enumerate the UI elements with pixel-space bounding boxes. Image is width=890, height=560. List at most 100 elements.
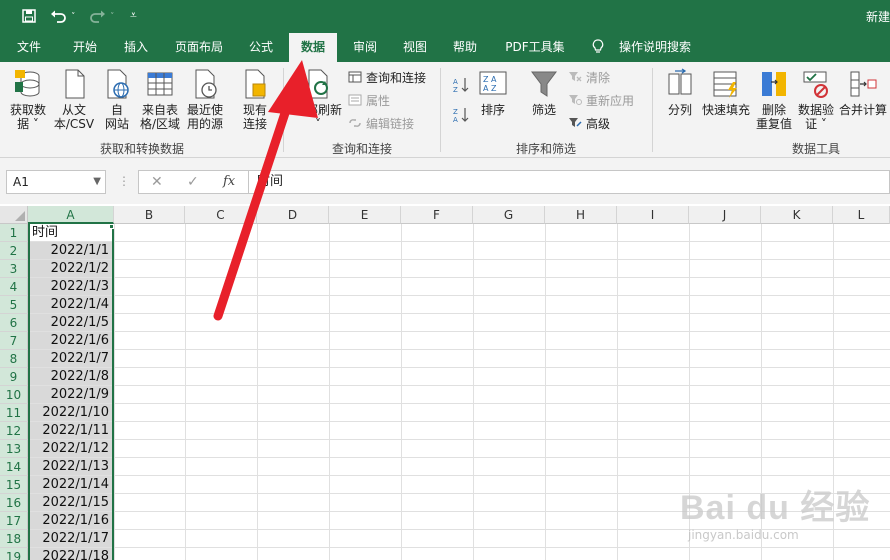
insert-function-icon[interactable]: fx: [223, 174, 235, 189]
text-to-columns-button[interactable]: 分列: [662, 68, 698, 117]
grid-column-line: [473, 224, 474, 560]
fill-handle[interactable]: [109, 224, 114, 229]
save-icon[interactable]: [22, 9, 36, 23]
grid-row-line: [28, 259, 890, 260]
sort-za-icon[interactable]: Z A: [452, 106, 470, 124]
column-header-d[interactable]: D: [257, 206, 329, 224]
advanced-filter-button[interactable]: 高级: [568, 115, 610, 133]
tab-formulas[interactable]: 公式: [238, 33, 284, 62]
clear-filter-button[interactable]: 清除: [568, 69, 610, 87]
queries-connections-button[interactable]: 查询和连接: [348, 69, 426, 87]
row-header[interactable]: 9: [0, 368, 28, 386]
tab-data[interactable]: 数据: [289, 33, 337, 62]
watermark-url: jingyan.baidu.com: [688, 528, 799, 542]
filter-button[interactable]: 筛选: [524, 68, 564, 117]
flash-fill-button[interactable]: 快速填充: [700, 68, 752, 117]
name-box[interactable]: A1 ▼: [6, 170, 106, 194]
column-header-i[interactable]: I: [617, 206, 689, 224]
row-header[interactable]: 16: [0, 494, 28, 512]
row-header[interactable]: 3: [0, 260, 28, 278]
selection-border: [28, 224, 114, 560]
svg-text:Z: Z: [453, 86, 458, 94]
data-validation-button[interactable]: 数据验 证 ˅: [796, 68, 836, 131]
get-data-button[interactable]: 获取数 据 ˅: [4, 68, 52, 131]
enter-icon[interactable]: ✓: [187, 174, 199, 190]
formula-bar: A1 ▼ ⋮ ✕ ✓ fx 时间: [0, 158, 890, 204]
svg-text:A: A: [453, 78, 458, 86]
column-header-e[interactable]: E: [329, 206, 401, 224]
from-table-range-button[interactable]: 来自表 格/区域: [138, 68, 182, 131]
consolidate-icon: [850, 71, 877, 97]
from-web-button[interactable]: 自 网站: [98, 68, 136, 131]
sort-button[interactable]: Z A A Z 排序: [474, 68, 512, 117]
row-header[interactable]: 13: [0, 440, 28, 458]
row-header[interactable]: 11: [0, 404, 28, 422]
column-header-b[interactable]: B: [114, 206, 185, 224]
ribbon-tab-bar: 文件 开始 插入 页面布局 公式 数据 审阅 视图 帮助 PDF工具集 操作说明…: [0, 33, 890, 62]
tab-view[interactable]: 视图: [392, 33, 438, 62]
existing-connections-button[interactable]: 现有 连接: [236, 68, 274, 131]
formula-input[interactable]: 时间: [248, 170, 890, 194]
advanced-filter-icon: [569, 118, 582, 127]
tab-file[interactable]: 文件: [4, 33, 54, 62]
column-header-k[interactable]: K: [761, 206, 833, 224]
column-header-l[interactable]: L: [833, 206, 890, 224]
existing-connections-icon: [245, 69, 266, 99]
column-header-f[interactable]: F: [401, 206, 473, 224]
group-separator: [652, 68, 653, 152]
row-header[interactable]: 6: [0, 314, 28, 332]
queries-icon: [348, 71, 362, 83]
group-separator: [440, 68, 441, 152]
consolidate-button[interactable]: 合并计算: [836, 68, 890, 117]
tell-me-search[interactable]: 操作说明搜索: [612, 33, 698, 62]
tab-help[interactable]: 帮助: [442, 33, 488, 62]
edit-links-button[interactable]: 编辑链接: [348, 115, 414, 133]
grid-row-line: [28, 331, 890, 332]
row-header[interactable]: 12: [0, 422, 28, 440]
column-header-j[interactable]: J: [689, 206, 761, 224]
tab-page-layout[interactable]: 页面布局: [166, 33, 232, 62]
chevron-down-icon[interactable]: ▼: [93, 171, 101, 193]
refresh-all-button[interactable]: 全部刷新 ˅: [290, 68, 346, 131]
row-header[interactable]: 2: [0, 242, 28, 260]
undo-dropdown-icon[interactable]: ˅: [71, 9, 76, 25]
row-header[interactable]: 19: [0, 548, 28, 560]
row-header[interactable]: 5: [0, 296, 28, 314]
from-text-csv-button[interactable]: 从文 本/CSV: [52, 68, 96, 131]
row-header[interactable]: 17: [0, 512, 28, 530]
reapply-button[interactable]: 重新应用: [568, 92, 634, 110]
clear-filter-icon: [569, 72, 582, 82]
row-header[interactable]: 10: [0, 386, 28, 404]
row-header[interactable]: 15: [0, 476, 28, 494]
row-header[interactable]: 7: [0, 332, 28, 350]
customize-qat-icon[interactable]: ⩡: [130, 7, 137, 23]
redo-dropdown-icon[interactable]: ˅: [110, 9, 115, 25]
tab-insert[interactable]: 插入: [112, 33, 160, 62]
column-header-a[interactable]: A: [28, 206, 114, 224]
row-header[interactable]: 18: [0, 530, 28, 548]
sort-az-icon[interactable]: A Z: [452, 76, 470, 94]
tab-home[interactable]: 开始: [60, 33, 110, 62]
grid-row-line: [28, 385, 890, 386]
redo-icon[interactable]: [88, 9, 106, 23]
recent-sources-button[interactable]: 最近使 用的源: [184, 68, 226, 131]
split-columns-icon: [668, 68, 692, 95]
baidu-jingyan-watermark: Bai du 经验 jingyan.baidu.com: [680, 480, 880, 552]
undo-icon[interactable]: [50, 9, 68, 23]
row-header[interactable]: 1: [0, 224, 28, 242]
tab-review[interactable]: 审阅: [342, 33, 388, 62]
select-all-corner[interactable]: [0, 206, 28, 224]
grid-row-line: [28, 439, 890, 440]
column-header-h[interactable]: H: [545, 206, 617, 224]
column-header-c[interactable]: C: [185, 206, 257, 224]
tab-pdf-tools[interactable]: PDF工具集: [496, 33, 574, 62]
column-header-g[interactable]: G: [473, 206, 545, 224]
row-header[interactable]: 14: [0, 458, 28, 476]
row-header[interactable]: 8: [0, 350, 28, 368]
remove-duplicates-button[interactable]: 删除 重复值: [754, 68, 794, 131]
cancel-icon[interactable]: ✕: [151, 174, 163, 190]
grid-row-line: [28, 457, 890, 458]
row-header[interactable]: 4: [0, 278, 28, 296]
drag-handle-icon[interactable]: ⋮: [118, 174, 130, 188]
properties-button[interactable]: 属性: [348, 92, 390, 110]
